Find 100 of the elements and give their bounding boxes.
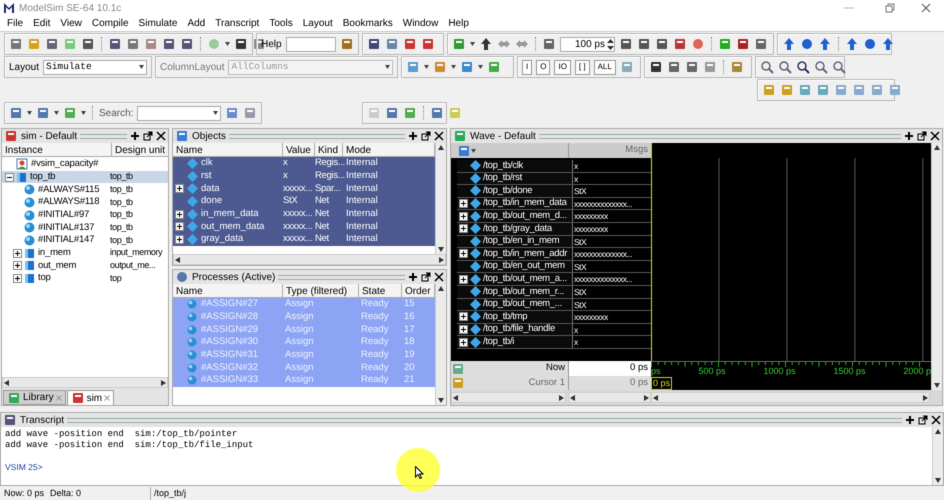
command-prompt[interactable]: VSIM 25> [5,462,932,473]
undock-icon[interactable] [421,131,431,141]
menu-item[interactable]: File [2,16,28,31]
expand-icon[interactable] [13,274,22,284]
expand-icon[interactable] [459,224,468,234]
wave-mode-button[interactable]: ALL [594,60,616,74]
horizontal-scrollbar[interactable] [2,377,168,388]
dock-icon[interactable] [904,131,914,141]
expand-icon[interactable] [459,249,468,258]
zoom-last-icon[interactable] [832,60,846,74]
scroll-left-icon[interactable] [653,394,658,400]
horizontal-scrollbar[interactable] [568,392,651,403]
scroll-down-icon[interactable] [438,398,444,403]
expand-icon[interactable] [459,274,468,284]
wave-signal-name[interactable]: /top_tb/gray_data [457,222,573,235]
collapse-icon[interactable] [5,172,14,182]
wave-mode-button[interactable]: IO [554,60,571,74]
scroll-up-icon[interactable] [934,145,940,150]
wave-signal-name[interactable]: /top_tb/out_mem_... [457,298,573,310]
vertical-scrollbar[interactable] [932,427,943,485]
tree-row[interactable]: #ALWAYS#118 top_tb [2,196,168,209]
zoom-out-icon[interactable] [778,60,792,74]
menu-item[interactable]: Help [443,16,474,31]
tree-row[interactable]: #INITIAL#97 top_tb [2,208,168,222]
object-row[interactable]: out_mem_data xxxxx... Net Internal [173,220,435,234]
panel-grip[interactable] [228,134,405,138]
column-header[interactable]: Name [173,284,283,298]
scroll-down-icon[interactable] [438,247,444,252]
dock-icon[interactable] [905,415,915,425]
panel-grip[interactable] [80,134,127,138]
tree-row[interactable]: top top [2,272,168,285]
zoom-in-icon[interactable] [760,60,774,74]
menu-item[interactable]: Simulate [134,16,182,31]
menu-item[interactable]: Add [182,16,210,31]
run-length-field[interactable]: 100 ps [560,36,615,52]
menu-item[interactable]: Tools [264,16,298,31]
column-header[interactable]: Type (filtered) [283,284,359,298]
expand-icon[interactable] [13,261,22,270]
close-window-icon[interactable] [921,3,931,13]
expand-icon[interactable] [13,248,22,258]
column-header[interactable]: Design unit [112,143,170,157]
undock-icon[interactable] [918,415,928,425]
wave-signal-name[interactable]: /top_tb/in_mem_data [457,198,573,210]
wave-signal-name[interactable]: /top_tb/out_mem_r... [457,286,573,298]
horizontal-scrollbar[interactable] [451,392,566,403]
wave-signal-name[interactable]: /top_tb/en_out_mem [457,260,573,272]
object-row[interactable]: rst x Regis...Internal [173,170,435,182]
wave-signal-name[interactable]: /top_tb/done [457,185,573,197]
dropdown-caret-icon[interactable] [470,42,475,46]
tree-row[interactable]: #INITIAL#137 top_tb [2,221,168,234]
dropdown-caret-icon[interactable] [478,65,483,69]
panel-grip[interactable] [538,134,901,138]
scroll-left-icon[interactable] [175,256,180,262]
column-header[interactable]: Order [402,284,435,298]
wave-signal-name[interactable]: /top_tb/rst [457,172,573,184]
spinner-icon[interactable] [607,38,614,50]
wave-signal-name[interactable]: /top_tb/file_handle [457,324,573,336]
close-icon[interactable] [156,131,166,141]
tab-close-icon[interactable] [104,395,110,401]
help-search-field[interactable] [286,36,336,52]
dropdown-caret-icon[interactable] [471,148,476,152]
panel-tab[interactable]: sim [66,390,114,405]
scroll-left-icon[interactable] [4,380,9,386]
column-header[interactable]: Mode [343,143,435,157]
expand-icon[interactable] [459,212,468,221]
close-icon[interactable] [931,415,941,425]
dropdown-caret-icon[interactable] [54,111,59,115]
zoom-cursor-icon[interactable] [814,60,828,74]
object-row[interactable]: in_mem_data xxxxx... Net Internal [173,208,435,220]
expand-icon[interactable] [459,312,468,322]
horizontal-scrollbar[interactable] [173,254,446,265]
expand-icon[interactable] [175,184,184,194]
wave-signal-name[interactable]: /top_tb/out_mem_d... [457,210,573,222]
search-field[interactable] [137,106,221,120]
expand-icon[interactable] [175,210,184,219]
scroll-down-icon[interactable] [934,383,940,388]
object-row[interactable]: clk x Regis...Internal [173,157,435,170]
restore-icon[interactable] [885,3,895,13]
tree-row[interactable]: #INITIAL#147 top_tb [2,234,168,247]
dock-icon[interactable] [130,131,140,141]
wave-mode-button[interactable]: [ ] [574,60,590,74]
column-header[interactable]: Value [283,143,315,157]
object-row[interactable]: done StX Net Internal [173,195,435,208]
dock-icon[interactable] [408,131,418,141]
close-icon[interactable] [930,131,940,141]
dock-icon[interactable] [408,272,418,282]
scroll-left-icon[interactable] [570,394,575,400]
wave-signal-name[interactable]: /top_tb/clk [457,160,573,172]
dropdown-caret-icon[interactable] [27,111,32,115]
scroll-right-icon[interactable] [161,380,166,386]
tree-row[interactable]: #ALWAYS#115 top_tb [2,183,168,196]
scroll-left-icon[interactable] [453,394,458,400]
dropdown-caret-icon[interactable] [213,111,218,115]
column-header[interactable]: State [359,284,402,298]
scroll-up-icon[interactable] [438,145,444,150]
expand-icon[interactable] [175,234,184,244]
column-header[interactable]: Instance [2,143,112,157]
scroll-right-icon[interactable] [559,394,564,400]
menu-item[interactable]: Window [398,16,444,31]
vertical-scrollbar[interactable] [931,143,942,390]
